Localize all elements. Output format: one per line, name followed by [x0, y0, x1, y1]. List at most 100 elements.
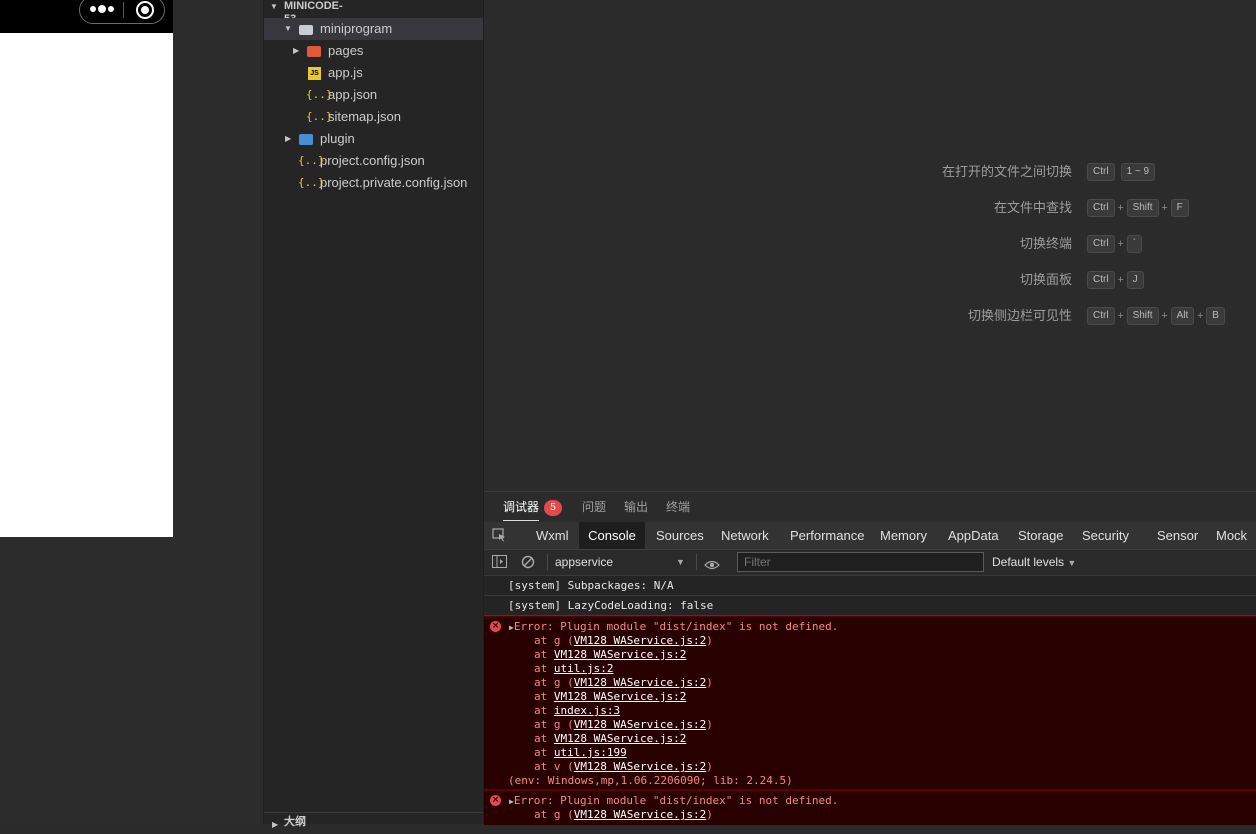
console-toolbar: appservice ▼ Default levels ▼	[484, 550, 1256, 576]
tab-problems[interactable]: 问题	[582, 492, 606, 522]
chevron-right-icon: ▶	[272, 820, 279, 829]
error-text[interactable]: ▶Error: Plugin module "dist/index" is no…	[509, 794, 838, 808]
outline-section-header[interactable]: ▶ 大纲	[264, 812, 483, 829]
chevron-down-icon: ▼	[284, 24, 292, 33]
error-message[interactable]: × ▶Error: Plugin module "dist/index" is …	[484, 616, 1256, 790]
key-cap: Shift	[1126, 307, 1159, 325]
eye-icon[interactable]	[704, 557, 720, 570]
shortcut-keys: Ctrl + `	[1087, 235, 1142, 253]
source-link[interactable]: VM128 WAService.js:2	[574, 760, 706, 773]
tab-mock[interactable]: Mock	[1216, 522, 1247, 549]
context-select-value[interactable]: appservice	[555, 550, 613, 575]
tree-item-project-private-config[interactable]: {..} project.private.config.json	[264, 172, 483, 194]
editor-area: 在打开的文件之间切换 Ctrl 1 ~ 9 在文件中查找 Ctrl + Shift + F…	[484, 0, 1256, 491]
tab-sensor[interactable]: Sensor	[1157, 522, 1198, 549]
shortcut-keys: Ctrl 1 ~ 9	[1087, 163, 1156, 181]
error-message-text: Error: Plugin module "dist/index" is not…	[513, 794, 839, 807]
source-link[interactable]: VM128 WAService.js:2	[554, 648, 686, 661]
shortcut-label: 在打开的文件之间切换	[941, 164, 1072, 179]
stack-frame: at g (VM128 WAService.js:2)	[534, 808, 713, 821]
close-miniprogram-icon[interactable]	[136, 1, 154, 19]
source-link[interactable]: VM128 WAService.js:2	[574, 634, 706, 647]
source-link[interactable]: util.js:199	[554, 746, 627, 759]
shortcut-keys: Ctrl + Shift + F	[1087, 199, 1189, 217]
file-explorer: ▼ MINICODE-53 ▼ miniprogram ▶ pages JS a…	[264, 0, 484, 829]
key-cap: `	[1126, 235, 1142, 253]
key-cap: 1 ~ 9	[1120, 163, 1156, 181]
tree-item-miniprogram[interactable]: ▼ miniprogram	[264, 18, 483, 40]
key-cap: Shift	[1126, 199, 1159, 217]
clear-console-icon[interactable]	[521, 555, 535, 569]
source-link[interactable]: VM128 WAService.js:2	[574, 676, 706, 689]
source-link[interactable]: util.js:2	[554, 662, 614, 675]
toolbar-divider	[696, 554, 697, 570]
stack-frame: at util.js:199	[534, 746, 627, 759]
tree-item-label: app.json	[328, 87, 378, 102]
tab-wxml[interactable]: Wxml	[536, 522, 569, 549]
plugin-folder-icon	[299, 134, 313, 145]
json-file-icon: {..}	[306, 88, 333, 101]
shortcut-row: 在打开的文件之间切换 Ctrl 1 ~ 9	[484, 162, 1256, 182]
capsule-menu[interactable]	[79, 0, 165, 24]
shortcut-label: 切换面板	[1019, 272, 1072, 287]
error-message-text: Error: Plugin module "dist/index" is not…	[513, 620, 839, 633]
log-levels-label: Default levels	[992, 555, 1065, 569]
stack-frame: at index.js:3	[534, 704, 621, 717]
toolbar-divider	[547, 554, 548, 570]
inspect-element-icon[interactable]	[492, 528, 506, 542]
dropdown-arrow-icon[interactable]: ▼	[676, 550, 685, 575]
log-message: [system] LazyCodeLoading: false	[484, 596, 1256, 616]
tab-security[interactable]: Security	[1082, 522, 1129, 549]
tab-terminal[interactable]: 终端	[666, 492, 690, 522]
sidebar-toggle-icon[interactable]	[492, 555, 507, 568]
stack-frame: at VM128 WAService.js:2	[534, 732, 687, 745]
filter-input[interactable]	[737, 552, 984, 572]
shortcut-keys: Ctrl + Shift + Alt + B	[1087, 307, 1225, 325]
folder-open-icon	[299, 25, 313, 35]
json-file-icon: {..}	[306, 110, 333, 123]
stack-frame: at g (VM128 WAService.js:2)	[534, 718, 713, 731]
tab-memory[interactable]: Memory	[880, 522, 927, 549]
source-link[interactable]: VM128 WAService.js:2	[554, 732, 686, 745]
error-text[interactable]: ▶Error: Plugin module "dist/index" is no…	[509, 620, 838, 634]
tab-storage[interactable]: Storage	[1018, 522, 1064, 549]
tree-item-plugin[interactable]: ▶ plugin	[264, 128, 483, 150]
key-cap: Ctrl	[1087, 199, 1115, 217]
source-link[interactable]: VM128 WAService.js:2	[574, 718, 706, 731]
stack-frame: at VM128 WAService.js:2	[534, 690, 687, 703]
simulator-screen[interactable]	[0, 33, 173, 537]
source-link[interactable]: index.js:3	[554, 704, 620, 717]
shortcut-row: 切换侧边栏可见性 Ctrl + Shift + Alt + B	[484, 306, 1256, 326]
key-cap: Ctrl	[1087, 307, 1115, 325]
tree-item-project-config[interactable]: {..} project.config.json	[264, 150, 483, 172]
tab-network[interactable]: Network	[721, 522, 769, 549]
tab-performance[interactable]: Performance	[790, 522, 864, 549]
env-info: (env: Windows,mp,1.06.2206090; lib: 2.24…	[508, 774, 793, 787]
tab-console[interactable]: Console	[579, 522, 645, 549]
tab-appdata[interactable]: AppData	[948, 522, 999, 549]
stack-frame: at VM128 WAService.js:2	[534, 648, 687, 661]
log-levels-select[interactable]: Default levels ▼	[992, 550, 1076, 576]
json-file-icon: {..}	[298, 154, 325, 167]
log-message: [system] Subpackages: N/A	[484, 576, 1256, 596]
key-cap: B	[1206, 307, 1225, 325]
shortcut-row: 切换终端 Ctrl + `	[484, 234, 1256, 254]
key-cap: Ctrl	[1087, 271, 1115, 289]
error-icon: ×	[490, 621, 501, 632]
shortcut-row: 在文件中查找 Ctrl + Shift + F	[484, 198, 1256, 218]
source-link[interactable]: VM128 WAService.js:2	[574, 808, 706, 821]
tree-item-label: project.config.json	[320, 153, 425, 168]
tree-item-app-json[interactable]: {..} app.json	[264, 84, 483, 106]
more-icon[interactable]	[90, 5, 114, 14]
tree-item-sitemap-json[interactable]: {..} sitemap.json	[264, 106, 483, 128]
tree-item-app-js[interactable]: JS app.js	[264, 62, 483, 84]
tree-item-label: sitemap.json	[328, 109, 401, 124]
tab-sources[interactable]: Sources	[656, 522, 704, 549]
tree-item-label: project.private.config.json	[320, 175, 468, 190]
tree-item-pages[interactable]: ▶ pages	[264, 40, 483, 62]
key-cap: Ctrl	[1087, 163, 1115, 181]
source-link[interactable]: VM128 WAService.js:2	[554, 690, 686, 703]
tab-debugger[interactable]: 调试器	[503, 492, 540, 521]
tab-output[interactable]: 输出	[624, 492, 648, 522]
error-message[interactable]: × ▶Error: Plugin module "dist/index" is …	[484, 790, 1256, 825]
